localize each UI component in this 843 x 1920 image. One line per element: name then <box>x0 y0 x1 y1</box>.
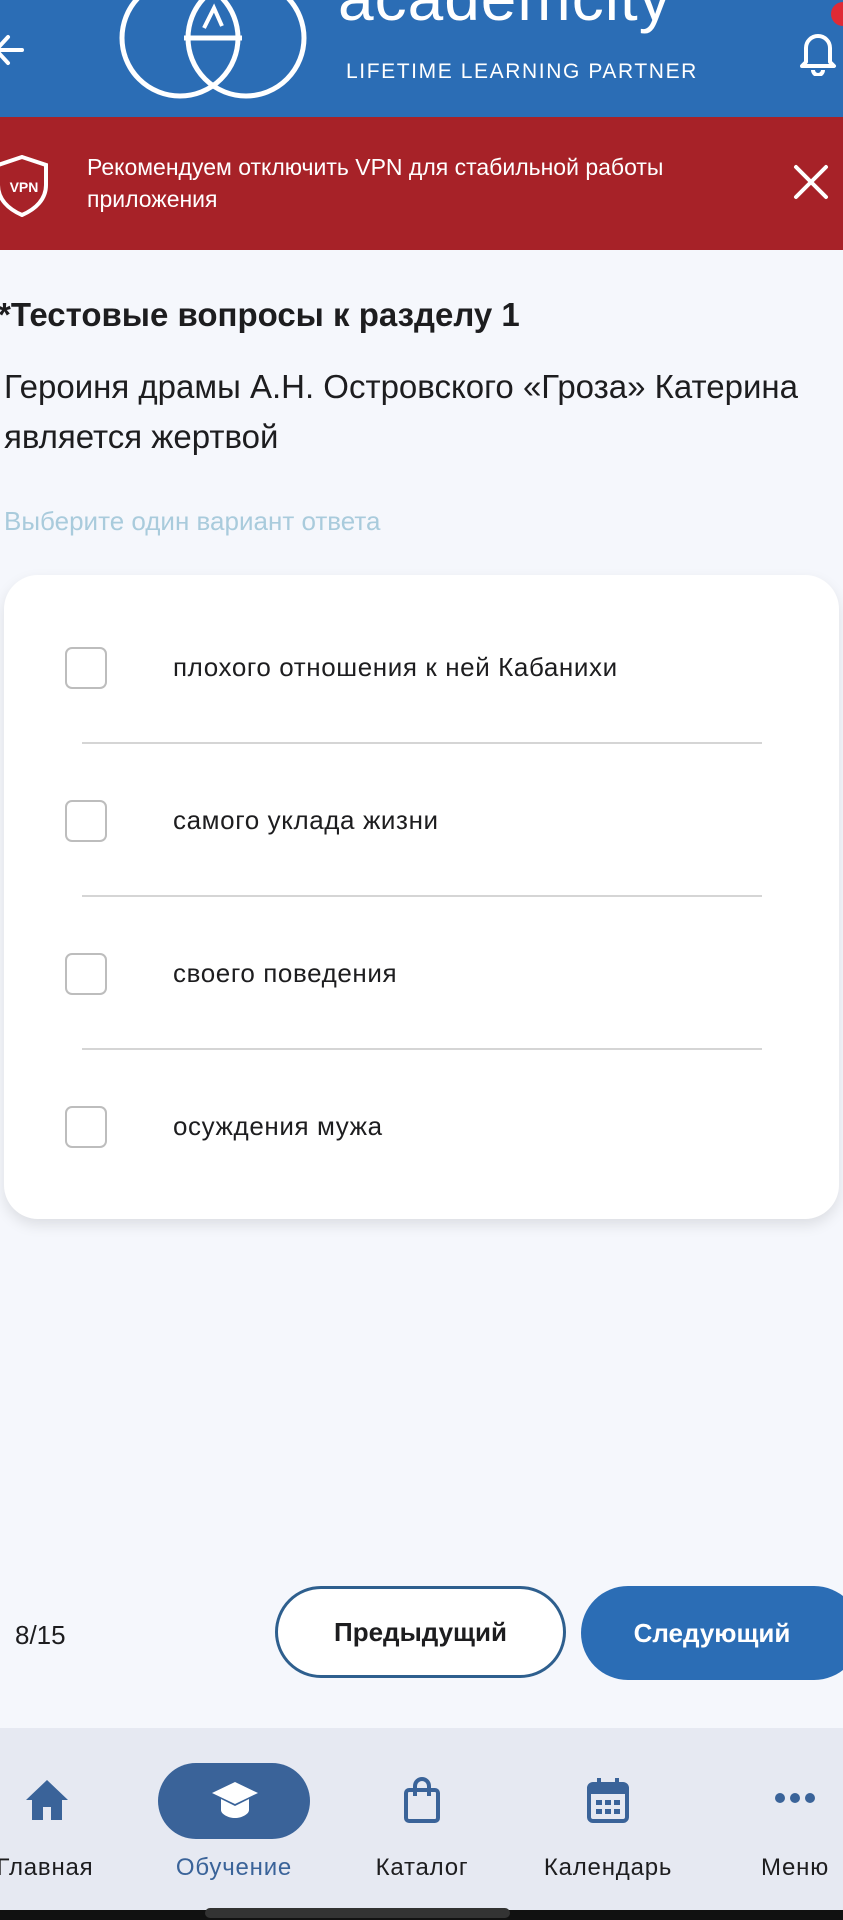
answer-option[interactable]: своего поведения <box>4 953 839 1106</box>
nav-item-learning[interactable]: Обучение <box>158 1728 310 1920</box>
question-text: Героиня драмы А.Н. Островского «Гроза» К… <box>4 368 798 455</box>
divider <box>82 742 762 744</box>
notification-badge <box>831 2 843 26</box>
nav-label-catalog: Каталог <box>375 1854 469 1881</box>
nav-label-home: Главная <box>0 1854 94 1881</box>
nav-label-calendar: Календарь <box>543 1854 673 1881</box>
app-header: academcity LIFETIME LEARNING PARTNER <box>0 0 843 117</box>
home-icon <box>26 1780 68 1820</box>
close-banner-icon[interactable] <box>793 164 829 200</box>
more-icon <box>775 1793 815 1803</box>
nav-item-calendar[interactable]: Календарь <box>538 1728 678 1920</box>
calendar-icon <box>587 1778 629 1823</box>
nav-item-menu[interactable]: Меню <box>748 1728 843 1920</box>
notification-bell-icon[interactable] <box>798 24 838 76</box>
nav-label-menu: Меню <box>760 1854 830 1881</box>
vpn-warning-banner: VPN Рекомендуем отключить VPN для стабил… <box>0 117 843 250</box>
next-button[interactable]: Следующий <box>581 1586 843 1680</box>
brand-name: academcity <box>338 0 672 30</box>
graduation-cap-icon <box>212 1782 258 1818</box>
answer-option-label: самого уклада жизни <box>173 805 439 835</box>
vpn-warning-text: Рекомендуем отключить VPN для стабильной… <box>87 154 664 212</box>
divider <box>82 1048 762 1050</box>
question-progress: 8/15 <box>15 1620 66 1650</box>
answer-checkbox[interactable] <box>65 1106 107 1148</box>
brand-tagline: LIFETIME LEARNING PARTNER <box>346 60 698 83</box>
answer-option[interactable]: плохого отношения к ней Кабанихи <box>4 647 839 800</box>
answer-option[interactable]: самого уклада жизни <box>4 800 839 953</box>
nav-item-catalog[interactable]: Каталог <box>360 1728 480 1920</box>
answer-hint: Выберите один вариант ответа <box>4 506 381 536</box>
answer-option[interactable]: осуждения мужа <box>4 1106 839 1259</box>
answer-checkbox[interactable] <box>65 647 107 689</box>
answer-option-label: плохого отношения к ней Кабанихи <box>173 652 618 682</box>
academcity-logo-icon <box>119 0 307 99</box>
previous-button[interactable]: Предыдущий <box>275 1586 566 1678</box>
section-title: *Тестовые вопросы к разделу 1 <box>0 296 520 333</box>
bottom-navigation: Главная Обучение Каталог Календарь Меню <box>0 1728 843 1920</box>
divider <box>82 895 762 897</box>
vpn-badge-text: VPN <box>10 179 39 195</box>
shopping-bag-icon <box>404 1777 440 1823</box>
vpn-shield-icon: VPN <box>0 155 48 217</box>
answer-checkbox[interactable] <box>65 953 107 995</box>
home-gesture-bar[interactable] <box>205 1908 510 1918</box>
back-arrow-icon[interactable] <box>0 24 34 76</box>
nav-label-learning: Обучение <box>175 1854 293 1881</box>
nav-item-home[interactable]: Главная <box>0 1728 110 1920</box>
answer-option-label: своего поведения <box>173 958 398 988</box>
answer-options-card: плохого отношения к ней Кабанихи самого … <box>4 575 839 1219</box>
answer-option-label: осуждения мужа <box>173 1111 383 1141</box>
answer-checkbox[interactable] <box>65 800 107 842</box>
